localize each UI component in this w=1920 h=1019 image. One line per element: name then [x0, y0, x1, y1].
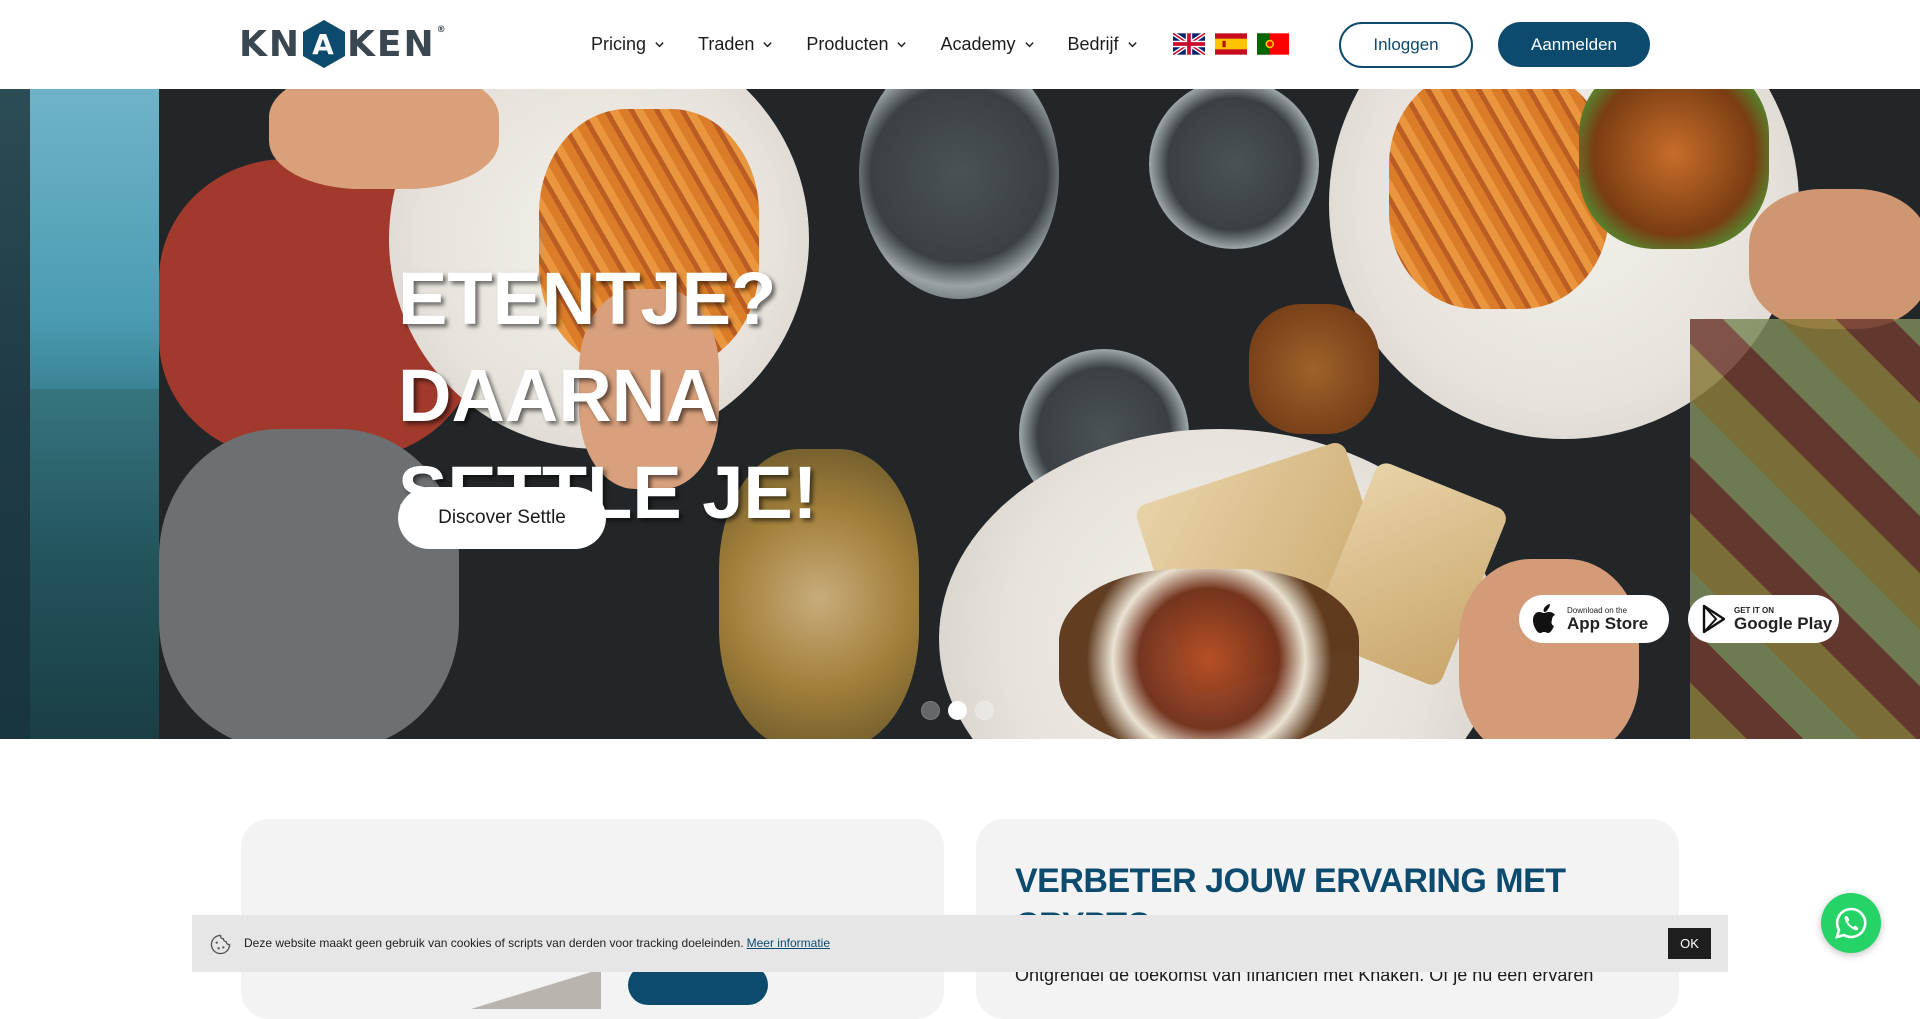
portuguese-flag-icon[interactable]	[1257, 33, 1289, 55]
nav-item-producten[interactable]: Producten	[806, 30, 907, 58]
chevron-down-icon	[1024, 41, 1034, 47]
main-nav: Pricing Traden Producten Academy Bedrijf	[591, 30, 1171, 58]
carousel-dot[interactable]	[921, 701, 940, 720]
nav-item-label: Producten	[806, 33, 889, 54]
chevron-down-icon	[763, 41, 773, 47]
nav-item-pricing[interactable]: Pricing	[591, 30, 665, 58]
cookie-ok-button[interactable]: OK	[1668, 928, 1711, 959]
logo-text-center: A	[312, 28, 336, 61]
language-switcher	[1173, 33, 1289, 55]
cookie-icon	[210, 934, 231, 955]
google-play-button[interactable]: GET IT ON Google Play	[1688, 595, 1839, 643]
logo-text-left: KN	[239, 23, 302, 65]
site-header: KN A KEN ® Pricing Traden Producten Acad…	[0, 0, 1920, 89]
card-illustration	[471, 969, 601, 1009]
chevron-down-icon	[655, 41, 664, 47]
nav-item-bedrijf[interactable]: Bedrijf	[1068, 30, 1138, 58]
signup-button[interactable]: Aanmelden	[1498, 22, 1650, 67]
previous-slide-peek	[0, 89, 159, 739]
hero-carousel: ETENTJE? DAARNA SETTLE JE! Discover Sett…	[0, 89, 1920, 739]
cookie-banner: Deze website maakt geen gebruik van cook…	[192, 915, 1728, 972]
nav-item-academy[interactable]: Academy	[940, 30, 1034, 58]
app-store-button[interactable]: Download on the App Store	[1519, 595, 1669, 643]
hero-headline-line: DAARNA	[398, 354, 719, 437]
nav-item-label: Pricing	[591, 33, 647, 54]
login-button[interactable]: Inloggen	[1339, 22, 1473, 68]
chevron-down-icon	[897, 41, 907, 47]
carousel-dots	[921, 701, 994, 720]
knaken-logo[interactable]: KN A KEN ®	[239, 18, 448, 70]
chevron-down-icon	[1127, 41, 1137, 47]
nav-item-label: Academy	[940, 33, 1016, 54]
cookie-message-text: Deze website maakt geen gebruik van cook…	[244, 936, 744, 950]
cookie-message: Deze website maakt geen gebruik van cook…	[244, 936, 830, 950]
google-play-icon	[1702, 604, 1726, 634]
hero-headline-line: ETENTJE?	[398, 257, 777, 340]
spanish-flag-icon[interactable]	[1215, 33, 1247, 55]
logo-hexagon-icon: A	[302, 19, 346, 69]
apple-icon	[1533, 604, 1555, 633]
logo-registered-mark: ®	[436, 25, 448, 35]
english-flag-icon[interactable]	[1173, 33, 1205, 55]
google-play-big-text: Google Play	[1734, 613, 1833, 633]
whatsapp-chat-button[interactable]	[1821, 893, 1881, 953]
discover-settle-button[interactable]: Discover Settle	[398, 487, 606, 549]
carousel-dot[interactable]	[975, 701, 994, 720]
nav-item-traden[interactable]: Traden	[698, 30, 773, 58]
whatsapp-icon	[1835, 907, 1867, 939]
nav-item-label: Traden	[698, 33, 755, 54]
carousel-dot-active[interactable]	[948, 701, 967, 720]
more-info-link[interactable]: Meer informatie	[747, 936, 830, 950]
logo-text-right: KEN	[347, 23, 436, 65]
app-store-big-text: App Store	[1567, 613, 1649, 633]
nav-item-label: Bedrijf	[1067, 33, 1119, 54]
